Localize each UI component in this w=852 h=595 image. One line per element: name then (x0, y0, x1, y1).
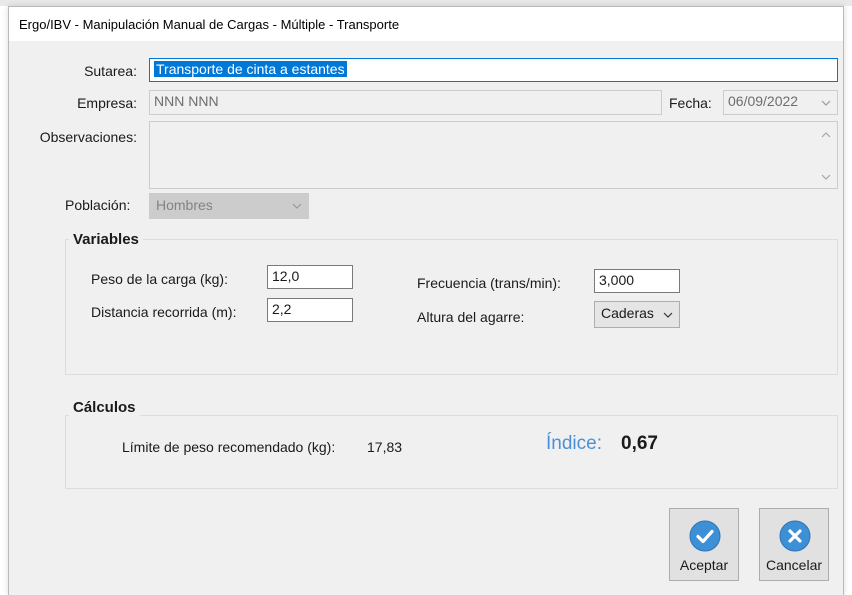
window-title: Ergo/IBV - Manipulación Manual de Cargas… (19, 17, 400, 32)
chevron-down-icon (663, 312, 673, 318)
cancelar-button[interactable]: Cancelar (759, 508, 829, 581)
observaciones-label: Observaciones: (39, 129, 137, 145)
dialog-window: Ergo/IBV - Manipulación Manual de Cargas… (8, 6, 844, 595)
frecuencia-value: 3,000 (599, 272, 635, 288)
chevron-down-icon (821, 100, 831, 106)
fecha-label: Fecha: (669, 95, 712, 111)
poblacion-label: Población: (65, 197, 131, 213)
distancia-value: 2,2 (272, 301, 292, 317)
title-bar[interactable]: Ergo/IBV - Manipulación Manual de Cargas… (9, 7, 843, 41)
check-circle-icon (689, 520, 721, 552)
frecuencia-input[interactable]: 3,000 (594, 269, 680, 293)
observaciones-textarea[interactable] (149, 121, 838, 189)
subtarea-input[interactable]: Transporte de cinta a estantes (149, 58, 838, 82)
poblacion-value: Hombres (156, 197, 213, 213)
subtarea-value: Transporte de cinta a estantes (154, 61, 347, 77)
altura-value: Caderas (601, 305, 654, 321)
limite-value: 17,83 (367, 439, 403, 455)
empresa-value: NNN NNN (154, 93, 219, 109)
x-circle-icon (779, 520, 811, 552)
indice-value: 0,67 (621, 433, 658, 454)
frecuencia-label: Frecuencia (trans/min): (417, 275, 561, 291)
poblacion-select[interactable]: Hombres (149, 193, 309, 219)
distancia-input[interactable]: 2,2 (267, 298, 353, 322)
empresa-label: Empresa: (77, 95, 137, 111)
calculos-title: Cálculos (69, 399, 140, 416)
distancia-label: Distancia recorrida (m): (91, 304, 237, 320)
limite-label: Límite de peso recomendado (kg): (122, 439, 336, 455)
peso-value: 12,0 (272, 268, 300, 284)
altura-label: Altura del agarre: (417, 309, 525, 325)
scroll-up-icon[interactable] (821, 130, 831, 140)
scroll-down-icon[interactable] (821, 172, 831, 182)
aceptar-button[interactable]: Aceptar (669, 508, 739, 581)
peso-label: Peso de la carga (kg): (91, 271, 228, 287)
altura-select[interactable]: Caderas (594, 301, 680, 328)
variables-title: Variables (69, 231, 143, 248)
fecha-picker[interactable]: 06/09/2022 (723, 90, 838, 115)
fecha-value: 06/09/2022 (728, 93, 799, 109)
indice-label: Índice: (546, 433, 602, 454)
empresa-input[interactable]: NNN NNN (149, 90, 662, 115)
cancelar-label: Cancelar (765, 557, 823, 573)
peso-input[interactable]: 12,0 (267, 265, 353, 289)
chevron-down-icon (292, 203, 302, 209)
subtarea-label: Sutarea: (84, 63, 137, 79)
aceptar-label: Aceptar (679, 557, 729, 573)
